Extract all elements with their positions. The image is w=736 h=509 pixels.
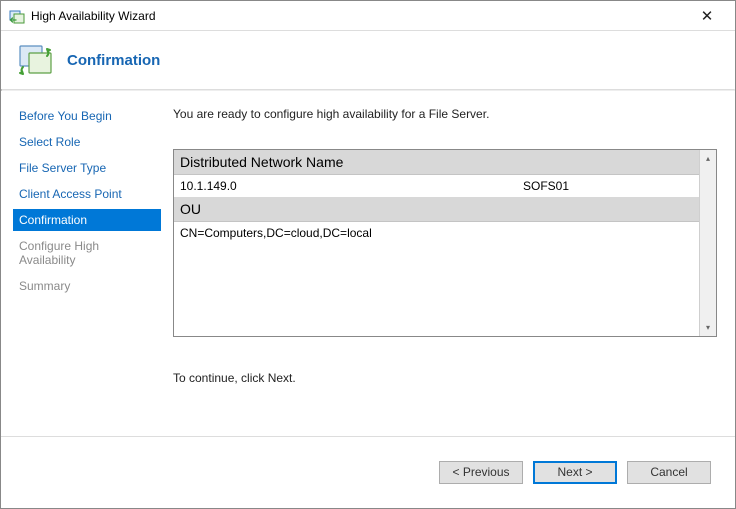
dn-row: 10.1.149.0 SOFS01: [174, 175, 699, 197]
continue-text: To continue, click Next.: [173, 371, 717, 385]
titlebar: High Availability Wizard ✕: [1, 1, 735, 31]
content: You are ready to configure high availabi…: [161, 91, 735, 436]
sidebar-item-client-access-point[interactable]: Client Access Point: [13, 183, 161, 205]
section-header-ou: OU: [174, 197, 699, 222]
sidebar-item-confirmation[interactable]: Confirmation: [13, 209, 161, 231]
intro-text: You are ready to configure high availabi…: [173, 107, 717, 121]
summary-panel-main: Distributed Network Name 10.1.149.0 SOFS…: [174, 150, 699, 336]
wizard-icon: [17, 41, 55, 79]
section-header-dn: Distributed Network Name: [174, 150, 699, 175]
sidebar: Before You Begin Select Role File Server…: [1, 91, 161, 436]
wizard-window: High Availability Wizard ✕ Confirmation …: [0, 0, 736, 509]
header: Confirmation: [1, 31, 735, 89]
sidebar-item-summary: Summary: [13, 275, 161, 297]
window-title: High Availability Wizard: [31, 1, 687, 31]
summary-panel: Distributed Network Name 10.1.149.0 SOFS…: [173, 149, 717, 337]
sidebar-item-select-role[interactable]: Select Role: [13, 131, 161, 153]
previous-button[interactable]: < Previous: [439, 461, 523, 484]
app-icon: [9, 8, 25, 24]
page-title: Confirmation: [67, 52, 160, 69]
close-icon[interactable]: ✕: [687, 2, 727, 30]
scroll-up-icon[interactable]: ▴: [700, 150, 716, 167]
sidebar-item-before-you-begin[interactable]: Before You Begin: [13, 105, 161, 127]
cancel-button[interactable]: Cancel: [627, 461, 711, 484]
scrollbar[interactable]: ▴ ▾: [699, 150, 716, 336]
dn-ip: 10.1.149.0: [180, 179, 523, 193]
next-button[interactable]: Next >: [533, 461, 617, 484]
body: Before You Begin Select Role File Server…: [1, 91, 735, 436]
dn-name: SOFS01: [523, 179, 693, 193]
ou-value: CN=Computers,DC=cloud,DC=local: [180, 226, 693, 240]
footer: < Previous Next > Cancel: [1, 436, 735, 508]
scroll-down-icon[interactable]: ▾: [700, 319, 716, 336]
ou-row: CN=Computers,DC=cloud,DC=local: [174, 222, 699, 244]
sidebar-item-file-server-type[interactable]: File Server Type: [13, 157, 161, 179]
sidebar-item-configure-ha: Configure High Availability: [13, 235, 161, 271]
